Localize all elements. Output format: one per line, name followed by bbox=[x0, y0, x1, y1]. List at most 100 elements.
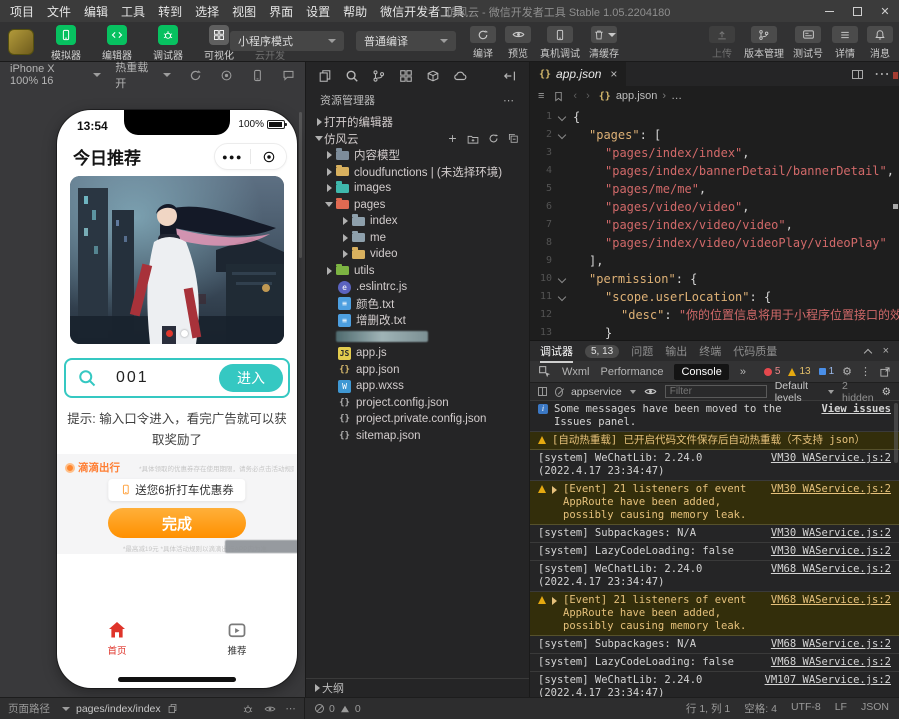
new-file-icon[interactable] bbox=[447, 133, 458, 145]
rotate-icon[interactable] bbox=[189, 69, 202, 82]
close-tab-icon[interactable]: × bbox=[610, 67, 617, 81]
eye-icon[interactable] bbox=[644, 385, 657, 398]
clear-cache-button[interactable]: 清缓存 bbox=[589, 26, 619, 60]
tab-console[interactable]: Console bbox=[674, 364, 728, 380]
tab-performance[interactable]: Performance bbox=[601, 366, 664, 378]
tree-folder-video[interactable]: video bbox=[306, 246, 529, 263]
tree-file-sitemap[interactable]: sitemap.json bbox=[306, 428, 529, 445]
tree-folder-content-model[interactable]: 内容模型 bbox=[306, 147, 529, 164]
package-icon[interactable] bbox=[426, 67, 440, 85]
test-account-button[interactable]: 测试号 bbox=[793, 26, 823, 60]
tree-folder-utils[interactable]: utils bbox=[306, 263, 529, 280]
source-link[interactable]: VM68 WAService.js:2 bbox=[771, 638, 891, 651]
tree-folder-pages[interactable]: pages bbox=[306, 197, 529, 214]
tree-file-project-private-config[interactable]: project.private.config.json bbox=[306, 411, 529, 428]
editor-toggle[interactable]: 编辑器 bbox=[95, 25, 139, 62]
more-icon[interactable]: ●●● bbox=[215, 152, 250, 162]
context-selector[interactable]: appservice bbox=[571, 386, 622, 398]
collapse-sidebar-icon[interactable] bbox=[503, 67, 517, 85]
tree-file-app-wxss[interactable]: app.wxss bbox=[306, 378, 529, 395]
menu-settings[interactable]: 设置 bbox=[306, 3, 330, 20]
console-sidebar-icon[interactable] bbox=[538, 387, 547, 396]
indentation[interactable]: 空格: 4 bbox=[744, 701, 777, 716]
tab-terminal[interactable]: 终端 bbox=[699, 343, 721, 359]
language-mode[interactable]: JSON bbox=[861, 701, 889, 716]
log-levels-dropdown[interactable]: Default levels bbox=[775, 380, 820, 404]
menu-help[interactable]: 帮助 bbox=[343, 3, 367, 20]
source-link[interactable]: VM30 WAService.js:2 bbox=[771, 483, 891, 496]
menu-interface[interactable]: 界面 bbox=[269, 3, 293, 20]
more-tabs-icon[interactable]: » bbox=[740, 366, 746, 378]
details-button[interactable]: 详情 bbox=[832, 26, 858, 60]
done-button[interactable]: 完成 bbox=[108, 508, 246, 538]
source-link[interactable]: VM30 WAService.js:2 bbox=[771, 545, 891, 558]
messages-button[interactable]: 消息 bbox=[867, 26, 893, 60]
tree-folder-index[interactable]: index bbox=[306, 213, 529, 230]
tab-app-json[interactable]: {} app.json × bbox=[530, 62, 626, 86]
tab-problems[interactable]: 问题 bbox=[631, 343, 653, 359]
console-log-list[interactable]: i Some messages have been moved to the I… bbox=[530, 401, 899, 697]
source-link[interactable]: VM68 WAService.js:2 bbox=[771, 563, 891, 576]
tree-file-redacted[interactable] bbox=[306, 329, 529, 346]
source-control-icon[interactable] bbox=[372, 67, 386, 85]
record-icon[interactable] bbox=[220, 69, 233, 82]
close-button[interactable]: ✕ bbox=[871, 0, 899, 22]
collapse-all-icon[interactable] bbox=[508, 133, 519, 145]
code-input[interactable] bbox=[114, 364, 224, 392]
ad-card[interactable]: 滴滴出行 *具体领取的优惠券存在使用期限，请务必点击活动规则页查看详情 送您6折… bbox=[57, 454, 297, 554]
tree-file-project-config[interactable]: project.config.json bbox=[306, 395, 529, 412]
remote-debug-button[interactable]: 真机调试 bbox=[540, 26, 580, 60]
tab-recommend[interactable]: 推荐 bbox=[177, 612, 297, 664]
menu-select[interactable]: 选择 bbox=[195, 3, 219, 20]
popout-icon[interactable] bbox=[879, 365, 891, 377]
cursor-position[interactable]: 行 1, 列 1 bbox=[686, 701, 730, 716]
tab-home[interactable]: 首页 bbox=[57, 612, 177, 664]
phone-icon[interactable] bbox=[251, 69, 264, 82]
kebab-menu-icon[interactable]: ⋮ bbox=[860, 365, 871, 378]
cloud-icon[interactable] bbox=[453, 67, 467, 85]
view-issues-link[interactable]: View issues bbox=[821, 403, 891, 416]
close-panel-icon[interactable]: × bbox=[883, 345, 889, 357]
minimize-button[interactable] bbox=[815, 0, 843, 22]
source-link[interactable]: VM107 WAService.js:2 bbox=[765, 674, 891, 687]
tree-file-crud-txt[interactable]: 增删改.txt bbox=[306, 312, 529, 329]
tree-folder-images[interactable]: images bbox=[306, 180, 529, 197]
source-link[interactable]: VM30 WAService.js:2 bbox=[771, 527, 891, 540]
tab-wxml[interactable]: Wxml bbox=[562, 366, 590, 378]
more-icon[interactable]: ⋯ bbox=[503, 94, 515, 107]
code-area[interactable]: 1{ 2"pages": [ 3"pages/index/index", 4"p… bbox=[530, 108, 899, 340]
eol[interactable]: LF bbox=[835, 701, 847, 716]
expand-icon[interactable] bbox=[552, 597, 557, 605]
expand-panel-icon[interactable] bbox=[863, 348, 871, 356]
bookmark-icon[interactable] bbox=[553, 90, 564, 102]
menu-goto[interactable]: 转到 bbox=[158, 3, 182, 20]
menu-project[interactable]: 项目 bbox=[10, 3, 34, 20]
user-avatar[interactable] bbox=[8, 29, 34, 55]
breadcrumb[interactable]: {} app.json › … bbox=[599, 90, 682, 102]
scrollbar[interactable] bbox=[299, 112, 302, 258]
simulator-toggle[interactable]: 模拟器 bbox=[44, 25, 88, 62]
outline-section[interactable]: 大纲 bbox=[306, 678, 529, 697]
tree-root-project[interactable]: 仿风云 bbox=[306, 131, 529, 148]
gear-icon[interactable]: ⚙ bbox=[882, 386, 891, 398]
scrollbar[interactable] bbox=[894, 403, 898, 463]
compile-button[interactable]: 编译 bbox=[470, 26, 496, 60]
menu-file[interactable]: 文件 bbox=[47, 3, 71, 20]
console-filter-input[interactable] bbox=[665, 385, 767, 398]
tree-file-app-json[interactable]: app.json bbox=[306, 362, 529, 379]
menu-edit[interactable]: 编辑 bbox=[84, 3, 108, 20]
page-path-label[interactable]: 页面路径 bbox=[8, 701, 50, 716]
coupon-pill[interactable]: 送您6折打车优惠券 bbox=[108, 479, 245, 501]
menu-tools[interactable]: 工具 bbox=[121, 3, 145, 20]
tree-file-eslintrc[interactable]: .eslintrc.js bbox=[306, 279, 529, 296]
tree-file-colors-txt[interactable]: 颜色.txt bbox=[306, 296, 529, 313]
encoding[interactable]: UTF-8 bbox=[791, 701, 821, 716]
version-manage-button[interactable]: 版本管理 bbox=[744, 26, 784, 60]
compile-mode-dropdown[interactable]: 普通编译 bbox=[356, 31, 456, 51]
source-link[interactable]: VM30 WAService.js:2 bbox=[771, 452, 891, 465]
vconsole-icon[interactable] bbox=[242, 702, 254, 714]
search-icon[interactable] bbox=[345, 67, 359, 85]
outline-icon[interactable]: ≡ bbox=[538, 90, 544, 102]
preview-button[interactable]: 预览 bbox=[505, 26, 531, 60]
expand-icon[interactable] bbox=[552, 486, 557, 494]
